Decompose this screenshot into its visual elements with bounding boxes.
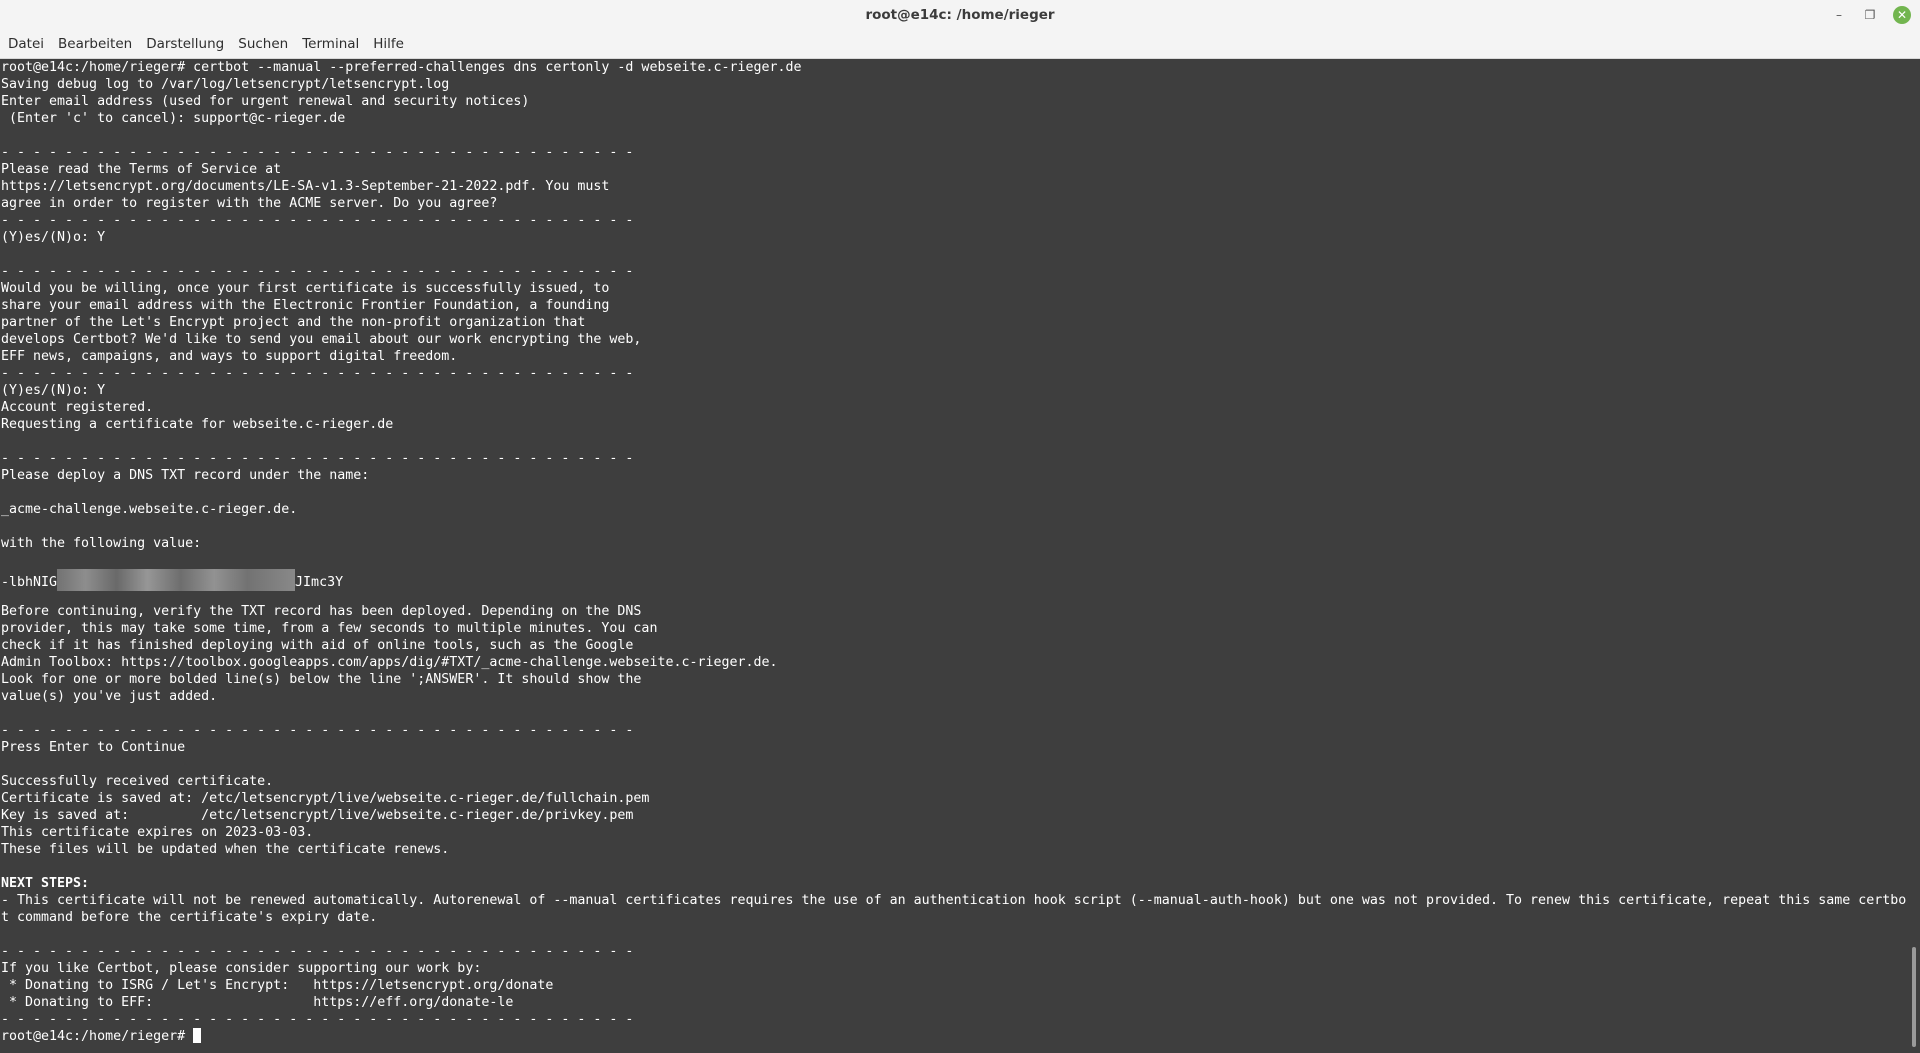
terminal-line: Press Enter to Continue (1, 740, 186, 755)
terminal-line: Account registered. (1, 400, 154, 415)
terminal-lines: root@e14c:/home/rieger# certbot --manual… (0, 59, 1908, 1045)
terminal-line: check if it has finished deploying with … (1, 638, 634, 653)
terminal-line: develops Certbot? We'd like to send you … (1, 332, 642, 347)
terminal-line: Requesting a certificate for webseite.c-… (1, 417, 394, 432)
terminal-line: Saving debug log to /var/log/letsencrypt… (1, 77, 450, 92)
menu-bearbeiten[interactable]: Bearbeiten (51, 30, 139, 58)
terminal-line: _acme-challenge.webseite.c-rieger.de. (1, 502, 298, 517)
terminal-line: Before continuing, verify the TXT record… (1, 604, 642, 619)
terminal-line: * Donating to ISRG / Let's Encrypt: http… (1, 978, 554, 993)
menu-darstellung[interactable]: Darstellung (139, 30, 231, 58)
terminal-line: - - - - - - - - - - - - - - - - - - - - … (1, 944, 634, 959)
terminal-line: - - - - - - - - - - - - - - - - - - - - … (1, 145, 634, 160)
terminal-line: partner of the Let's Encrypt project and… (1, 315, 586, 330)
shell-prompt: root@e14c:/home/rieger# (1, 1029, 194, 1044)
terminal-line: agree in order to register with the ACME… (1, 196, 498, 211)
terminal-line: Please deploy a DNS TXT record under the… (1, 468, 370, 483)
terminal-line: (Y)es/(N)o: Y (1, 230, 106, 245)
terminal-line: * Donating to EFF: https://eff.org/donat… (1, 995, 514, 1010)
menu-datei[interactable]: Datei (1, 30, 51, 58)
terminal-line: These files will be updated when the cer… (1, 842, 450, 857)
dns-txt-value: -lbhNIG JImc3Y (1, 569, 1908, 591)
terminal-line: If you like Certbot, please consider sup… (1, 961, 482, 976)
maximize-icon[interactable]: ❐ (1861, 6, 1879, 24)
terminal-line: t command before the certificate's expir… (1, 910, 378, 925)
menu-bar: Datei Bearbeiten Darstellung Suchen Terminal… (0, 30, 1920, 59)
terminal-line: - - - - - - - - - - - - - - - - - - - - … (1, 264, 634, 279)
terminal-line: - - - - - - - - - - - - - - - - - - - - … (1, 451, 634, 466)
menu-suchen[interactable]: Suchen (231, 30, 295, 58)
terminal-line: Look for one or more bolded line(s) belo… (1, 672, 642, 687)
scrollbar-thumb[interactable] (1912, 947, 1916, 1047)
terminal-line: Please read the Terms of Service at (1, 162, 282, 177)
redacted-blur (57, 569, 296, 591)
terminal-line: root@e14c:/home/rieger# certbot --manual… (1, 60, 802, 75)
menu-hilfe[interactable]: Hilfe (366, 30, 411, 58)
terminal-line: Certificate is saved at: /etc/letsencryp… (1, 791, 650, 806)
terminal-line: share your email address with the Electr… (1, 298, 610, 313)
terminal-line: https://letsencrypt.org/documents/LE-SA-… (1, 179, 610, 194)
menu-terminal[interactable]: Terminal (295, 30, 366, 58)
prompt-line[interactable]: root@e14c:/home/rieger# (1, 1028, 1908, 1045)
terminal-line: Admin Toolbox: https://toolbox.googleapp… (1, 655, 778, 670)
terminal-output[interactable]: root@e14c:/home/rieger# certbot --manual… (0, 59, 1908, 1053)
terminal-line: (Y)es/(N)o: Y (1, 383, 106, 398)
terminal-scrollbar[interactable] (1908, 59, 1920, 1053)
minimize-icon[interactable]: – (1830, 6, 1848, 24)
dns-value-suffix: JImc3Y (295, 575, 344, 590)
dns-value-prefix: -lbhNIG (1, 575, 58, 590)
window-title: root@e14c: /home/rieger (865, 7, 1055, 23)
terminal-line: EFF news, campaigns, and ways to support… (1, 349, 458, 364)
terminal-line: - - - - - - - - - - - - - - - - - - - - … (1, 213, 634, 228)
terminal-line: This certificate expires on 2023-03-03. (1, 825, 314, 840)
window-titlebar[interactable]: root@e14c: /home/rieger – ❐ ✕ (0, 0, 1920, 30)
terminal-line: Key is saved at: /etc/letsencrypt/live/w… (1, 808, 634, 823)
terminal-line: - - - - - - - - - - - - - - - - - - - - … (1, 1012, 634, 1027)
terminal-line: Would you be willing, once your first ce… (1, 281, 610, 296)
terminal-line: value(s) you've just added. (1, 689, 218, 704)
terminal-line: provider, this may take some time, from … (1, 621, 658, 636)
terminal-line: Enter email address (used for urgent ren… (1, 94, 530, 109)
terminal-line: Successfully received certificate. (1, 774, 274, 789)
terminal-line: (Enter 'c' to cancel): support@c-rieger.… (1, 111, 346, 126)
terminal-line: - - - - - - - - - - - - - - - - - - - - … (1, 366, 634, 381)
next-steps-heading: NEXT STEPS: (1, 876, 90, 891)
terminal-line: - - - - - - - - - - - - - - - - - - - - … (1, 723, 634, 738)
terminal-line: - This certificate will not be renewed a… (1, 893, 1907, 908)
terminal-line: with the following value: (1, 536, 202, 551)
text-cursor (193, 1028, 202, 1043)
close-icon[interactable]: ✕ (1893, 6, 1911, 24)
